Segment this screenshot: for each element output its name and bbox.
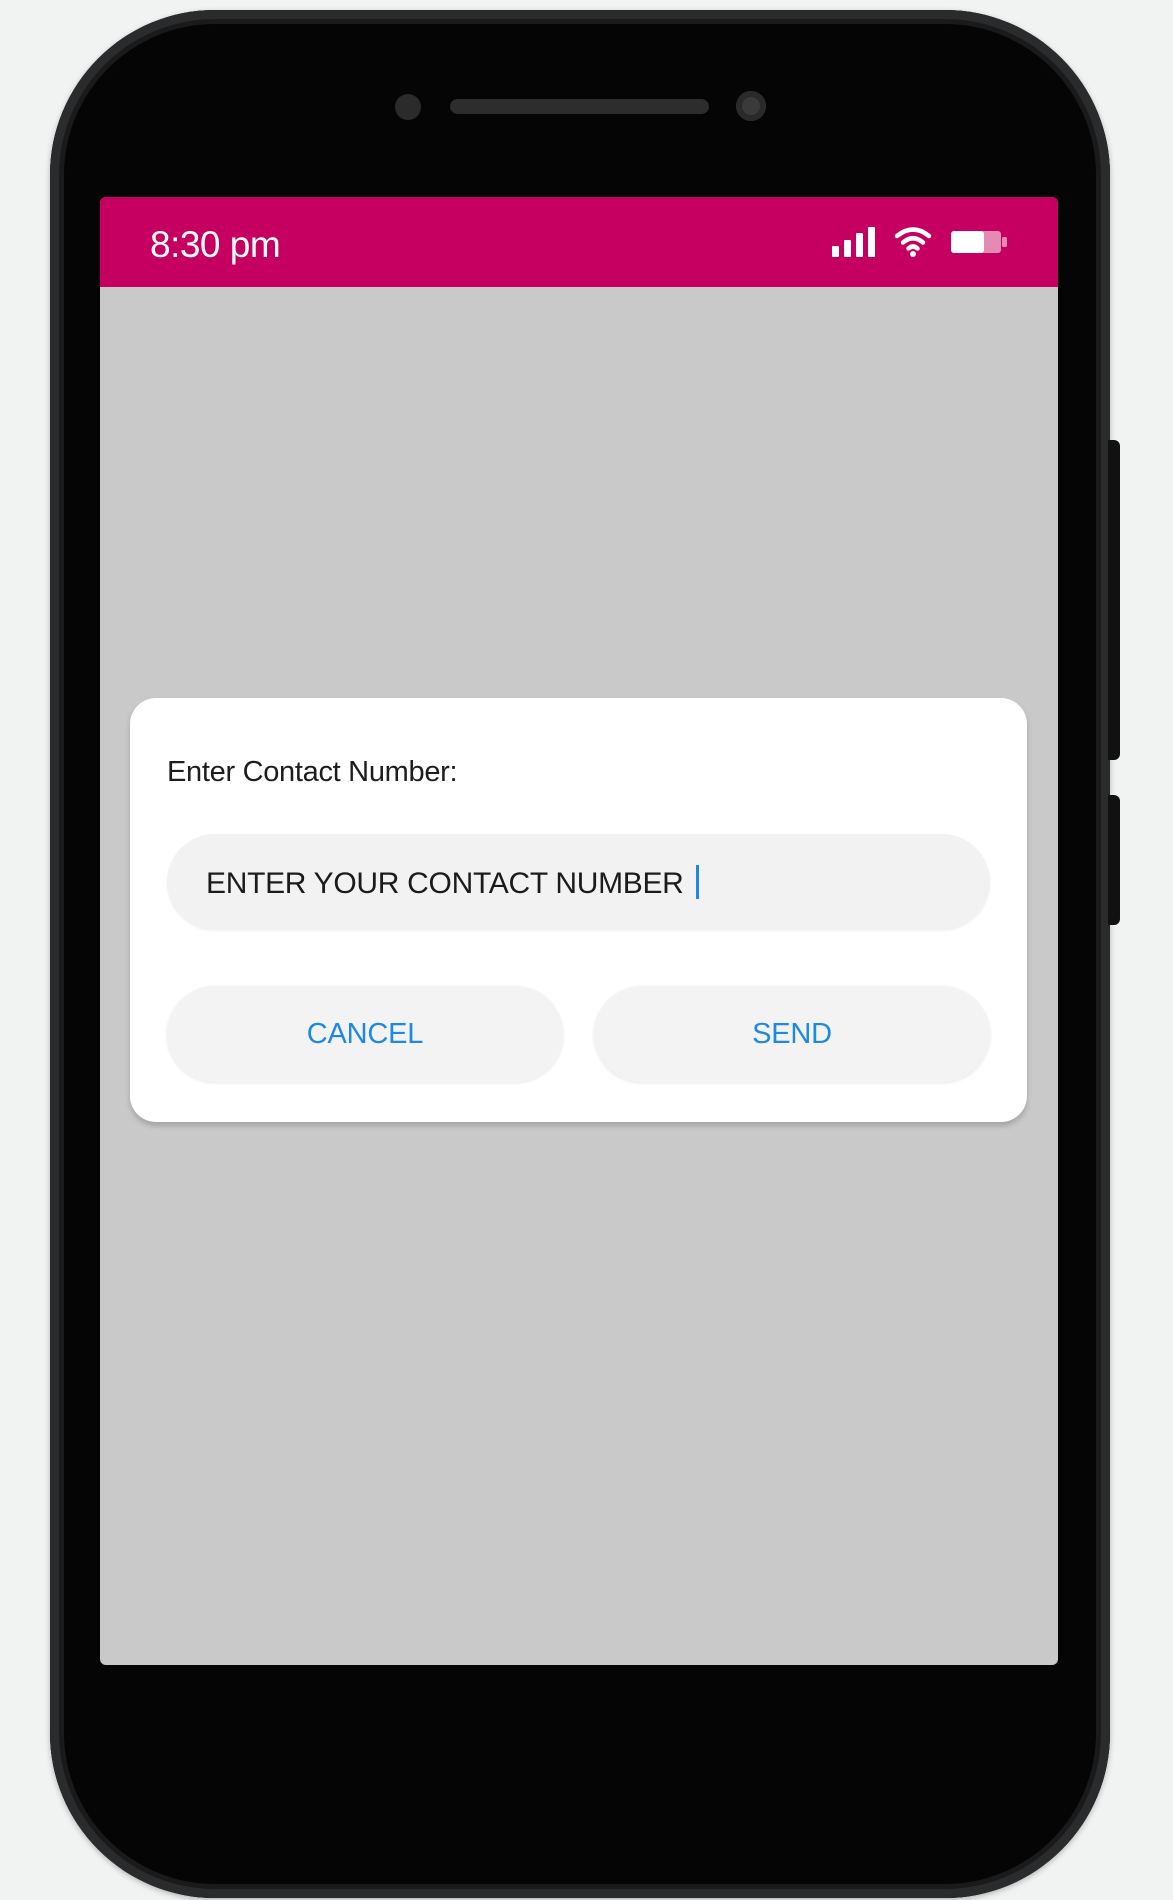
phone-screen: 8:30 pm Enter Contact Number: ENTER YOUR… [100, 197, 1058, 1665]
volume-button [1108, 440, 1120, 760]
power-button [1108, 795, 1120, 925]
wifi-icon [894, 227, 932, 257]
battery-icon [951, 231, 1007, 253]
send-button[interactable]: SEND [594, 986, 990, 1082]
status-icons [832, 227, 1008, 257]
status-bar: 8:30 pm [100, 197, 1058, 287]
speaker-grille [450, 99, 709, 114]
sensor-icon [395, 94, 421, 120]
front-camera-icon [736, 91, 766, 121]
dialog-title: Enter Contact Number: [167, 756, 458, 788]
contact-number-placeholder[interactable]: ENTER YOUR CONTACT NUMBER [206, 865, 699, 902]
cancel-button[interactable]: CANCEL [167, 986, 563, 1082]
signal-icon [832, 227, 875, 257]
contact-number-input[interactable]: ENTER YOUR CONTACT NUMBER [167, 834, 990, 930]
text-cursor [695, 865, 699, 899]
contact-number-dialog: Enter Contact Number: ENTER YOUR CONTACT… [130, 698, 1027, 1122]
status-time: 8:30 pm [150, 224, 281, 265]
